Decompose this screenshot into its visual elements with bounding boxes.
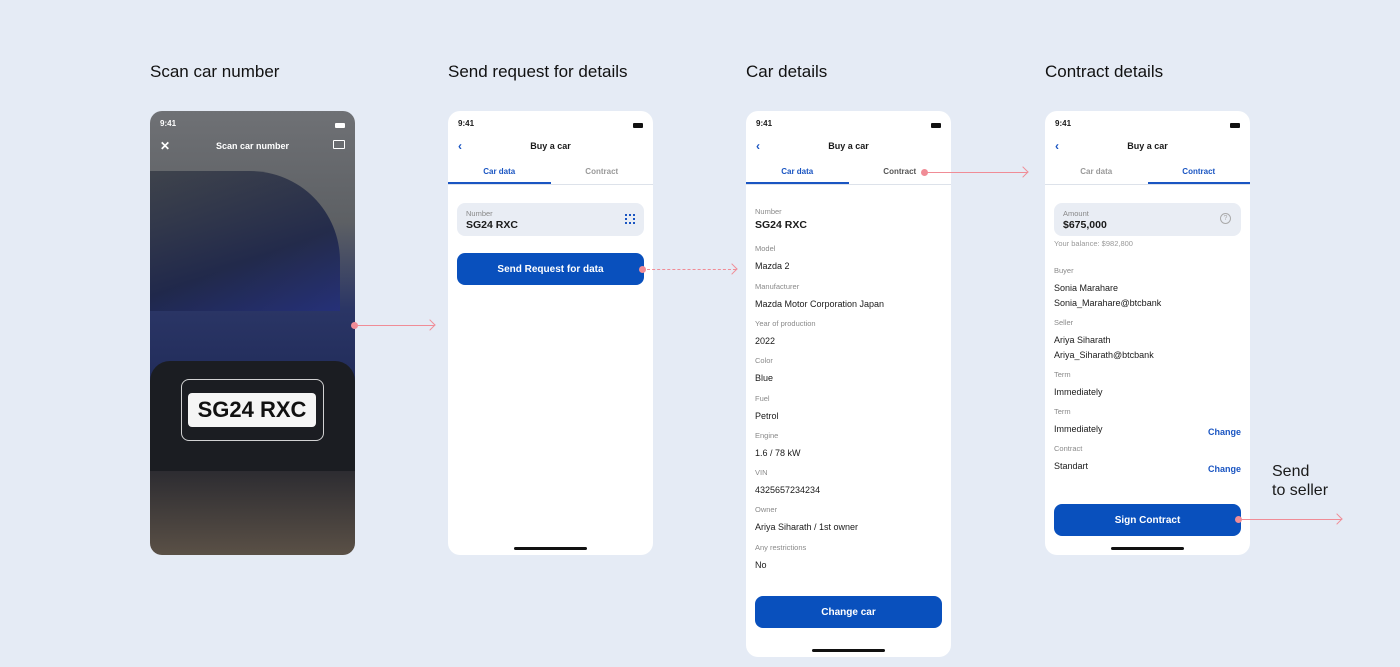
- seller-label: Seller: [1054, 318, 1074, 327]
- tab-contract[interactable]: Contract: [551, 163, 654, 184]
- tab-car-data[interactable]: Car data: [1045, 163, 1148, 184]
- contract-section: Contract Standart Change: [1054, 444, 1241, 474]
- send-request-button[interactable]: Send Request for data: [457, 253, 644, 285]
- car-field: Fuel Petrol: [755, 394, 942, 424]
- car-field: Manufacturer Mazda Motor Corporation Japa…: [755, 282, 942, 312]
- car-field-label: VIN: [755, 468, 768, 478]
- help-icon[interactable]: ?: [1220, 213, 1231, 224]
- car-field-label: Number: [755, 207, 782, 216]
- flow-arrow: [1235, 516, 1341, 523]
- term-change-section: Term Immediately Change: [1054, 407, 1241, 437]
- amount-value: $675,000: [1063, 219, 1107, 231]
- car-details-screen: 9:41 ‹ Buy a car Car data Contract Number S…: [746, 111, 951, 657]
- status-time: 9:41: [756, 119, 773, 128]
- buyer-name: Sonia Marahare: [1054, 283, 1119, 293]
- amount-label: Amount: [1063, 209, 1089, 218]
- term-label: Term: [1054, 407, 1071, 416]
- car-field: VIN 4325657234234: [755, 468, 942, 498]
- step-title-request: Send request for details: [448, 62, 628, 81]
- tab-contract[interactable]: Contract: [849, 163, 952, 184]
- qr-scan-icon[interactable]: [625, 214, 635, 224]
- buyer-email: Sonia_Marahare@btcbank: [1054, 298, 1162, 308]
- car-field-value: No: [755, 559, 767, 570]
- tab-car-data[interactable]: Car data: [746, 163, 849, 184]
- car-field-value: 2022: [755, 335, 776, 346]
- car-field: Owner Ariya Siharath / 1st owner: [755, 505, 942, 535]
- seller-email: Ariya_Siharath@btcbank: [1054, 350, 1154, 360]
- car-field: Engine 1.6 / 78 kW: [755, 431, 942, 461]
- car-field-label: Any restrictions: [755, 542, 807, 552]
- step-title-car: Car details: [746, 62, 828, 81]
- back-icon[interactable]: ‹: [1055, 139, 1059, 153]
- number-label: Number: [466, 209, 493, 218]
- number-input[interactable]: Number SG24 RXC: [457, 203, 644, 236]
- amount-input[interactable]: Amount $675,000?: [1054, 203, 1241, 236]
- car-field-label: Fuel: [755, 393, 770, 403]
- car-field-value: 4325657234234: [755, 485, 821, 496]
- change-car-button[interactable]: Change car: [755, 596, 942, 628]
- nav-title: Buy a car: [530, 141, 571, 151]
- term-label: Term: [1054, 370, 1071, 379]
- term-section: Term Immediately: [1054, 370, 1241, 400]
- car-field-label: Owner: [755, 505, 778, 515]
- buyer-section: Buyer Sonia Marahare Sonia_Marahare@btcban…: [1054, 266, 1241, 311]
- request-screen: 9:41 ‹ Buy a car Car data Contract Number S…: [448, 111, 653, 555]
- contract-label: Contract: [1054, 444, 1083, 453]
- flow-arrow: [639, 266, 736, 273]
- folder-icon[interactable]: [333, 140, 345, 149]
- car-field-label: Color: [755, 356, 773, 366]
- seller-name: Ariya Siharath: [1054, 335, 1111, 345]
- flow-arrow: [351, 322, 434, 329]
- status-time: 9:41: [458, 119, 475, 128]
- sign-contract-button[interactable]: Sign Contract: [1054, 504, 1241, 536]
- nav-title: Buy a car: [828, 141, 869, 151]
- car-field-label: Engine: [755, 430, 779, 440]
- contract-screen: 9:41 ‹ Buy a car Car data Contract Amount $…: [1045, 111, 1250, 555]
- car-photo: [150, 171, 340, 311]
- seller-section: Seller Ariya Siharath Ariya_Siharath@btcba…: [1054, 318, 1241, 363]
- change-contract-link[interactable]: Change: [1208, 464, 1241, 474]
- back-icon[interactable]: ‹: [458, 139, 462, 153]
- term-value: Immediately: [1054, 387, 1103, 397]
- send-to-seller-note: Send to seller: [1272, 463, 1329, 499]
- car-field-label: Manufacturer: [755, 281, 800, 291]
- car-field: Model Mazda 2: [755, 244, 942, 274]
- car-field-label: Year of production: [755, 318, 816, 328]
- home-indicator: [514, 547, 587, 550]
- car-field-value: 1.6 / 78 kW: [755, 447, 801, 458]
- car-field-label: Model: [755, 244, 776, 254]
- car-field-value: Mazda 2: [755, 261, 790, 272]
- car-field: Year of production 2022: [755, 319, 942, 349]
- car-field: Number SG24 RXC: [755, 207, 942, 233]
- tab-contract[interactable]: Contract: [1147, 163, 1250, 184]
- tab-car-data[interactable]: Car data: [448, 163, 551, 184]
- scan-title: Scan car number: [215, 141, 290, 151]
- car-field: Any restrictions No: [755, 543, 942, 573]
- home-indicator: [1111, 547, 1184, 550]
- step-title-scan: Scan car number: [150, 62, 280, 81]
- car-field-value: Blue: [755, 373, 774, 384]
- balance-text: Your balance: $982,800: [1054, 239, 1133, 248]
- step-title-contract: Contract details: [1045, 62, 1164, 81]
- number-value: SG24 RXC: [466, 219, 518, 231]
- car-field-value: SG24 RXC: [755, 219, 807, 231]
- buyer-label: Buyer: [1054, 266, 1074, 275]
- car-field-value: Ariya Siharath / 1st owner: [755, 522, 859, 533]
- close-icon[interactable]: ✕: [160, 139, 170, 153]
- car-field: Color Blue: [755, 356, 942, 386]
- scan-screen: 9:41 ✕ Scan car number SG24 RXC: [150, 111, 355, 555]
- nav-title: Buy a car: [1127, 141, 1168, 151]
- flow-arrow: [921, 169, 1027, 176]
- status-time: 9:41: [160, 119, 177, 128]
- car-field-value: Petrol: [755, 410, 779, 421]
- change-term-link[interactable]: Change: [1208, 427, 1241, 437]
- car-field-value: Mazda Motor Corporation Japan: [755, 298, 885, 309]
- back-icon[interactable]: ‹: [756, 139, 760, 153]
- status-time: 9:41: [1055, 119, 1072, 128]
- license-plate: SG24 RXC: [188, 393, 316, 427]
- home-indicator: [812, 649, 885, 652]
